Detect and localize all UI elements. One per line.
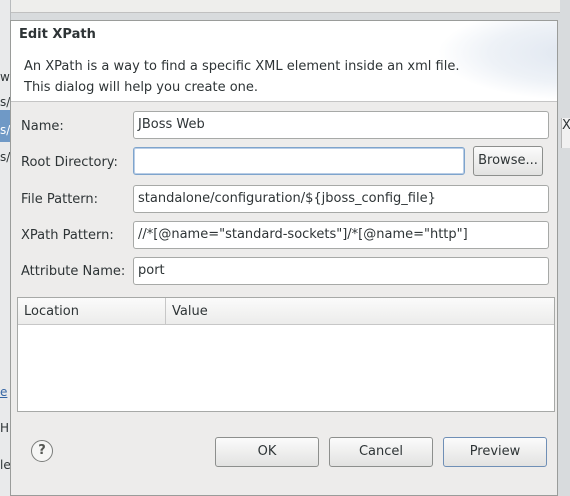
column-header-location[interactable]: Location bbox=[18, 298, 166, 325]
xpath-pattern-field[interactable]: //*[@name="standard-sockets"]/*[@name="h… bbox=[133, 221, 549, 249]
xpath-pattern-label: XPath Pattern: bbox=[21, 228, 114, 243]
file-pattern-label: File Pattern: bbox=[21, 192, 99, 207]
results-table[interactable]: Location Value bbox=[17, 297, 555, 412]
background-window-right: X bbox=[561, 118, 570, 148]
attribute-name-label: Attribute Name: bbox=[21, 264, 126, 279]
help-icon[interactable]: ? bbox=[31, 440, 53, 462]
background-text: s/ bbox=[0, 123, 11, 137]
dialog-description-line2: This dialog will help you create one. bbox=[24, 80, 259, 95]
background-link: e bbox=[0, 385, 8, 399]
dialog-description-line1: An XPath is a way to find a specific XML… bbox=[24, 59, 460, 74]
root-directory-field[interactable] bbox=[133, 147, 465, 175]
cancel-button[interactable]: Cancel bbox=[329, 437, 433, 467]
background-text: H bbox=[0, 421, 10, 435]
edit-xpath-dialog: Edit XPath An XPath is a way to find a s… bbox=[10, 20, 558, 496]
dialog-title: Edit XPath bbox=[19, 27, 96, 42]
name-label: Name: bbox=[21, 119, 64, 134]
name-field[interactable]: JBoss Web bbox=[133, 111, 549, 139]
background-window-edge bbox=[10, 0, 560, 13]
background-text: w bbox=[0, 70, 10, 84]
column-header-value[interactable]: Value bbox=[166, 298, 554, 325]
preview-button[interactable]: Preview bbox=[443, 437, 547, 467]
dialog-header: Edit XPath An XPath is a way to find a s… bbox=[11, 21, 557, 102]
ok-button[interactable]: OK bbox=[215, 437, 319, 467]
attribute-name-field[interactable]: port bbox=[133, 257, 549, 285]
background-text: s/ bbox=[0, 95, 11, 109]
root-directory-label: Root Directory: bbox=[21, 155, 118, 170]
file-pattern-field[interactable]: standalone/configuration/${jboss_config_… bbox=[133, 185, 549, 213]
background-text: X bbox=[562, 118, 570, 133]
browse-button[interactable]: Browse... bbox=[473, 146, 543, 176]
background-text: s/ bbox=[0, 150, 11, 164]
